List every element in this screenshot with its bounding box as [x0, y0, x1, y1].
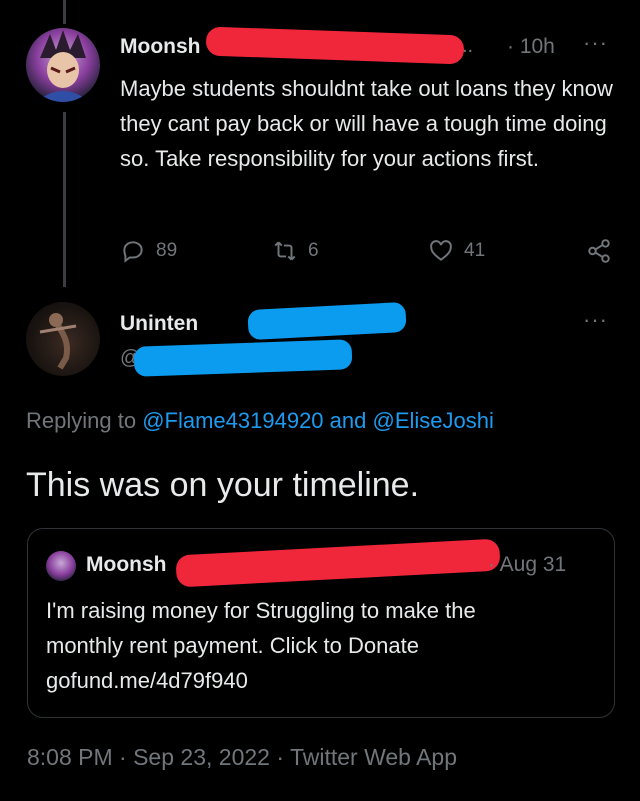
- tweet-timestamp[interactable]: 8:08 PM · Sep 23, 2022 · Twitter Web App: [27, 744, 457, 771]
- author-name[interactable]: Moonsh: [120, 35, 200, 59]
- avatar[interactable]: [26, 302, 100, 376]
- tweet-time[interactable]: · 10h: [507, 35, 555, 59]
- avatar[interactable]: [26, 28, 100, 102]
- tweet-text: This was on your timeline.: [26, 466, 420, 504]
- author-name[interactable]: Uninten: [120, 312, 198, 336]
- quoted-link[interactable]: gofund.me/4d79f940: [46, 663, 248, 698]
- redaction-mark: [133, 339, 353, 377]
- mention-link[interactable]: @Flame43194920: [142, 408, 323, 433]
- reply-icon: [123, 241, 143, 263]
- thread-line: [63, 112, 66, 287]
- redaction-mark: [175, 538, 501, 588]
- mention-link[interactable]: @EliseJoshi: [373, 408, 494, 433]
- tweet-text: Maybe students shouldnt take out loans t…: [120, 76, 613, 171]
- thread-line-top: [63, 0, 66, 24]
- share-button[interactable]: [586, 238, 612, 264]
- author-name: Moonsh: [86, 553, 167, 576]
- reply-button[interactable]: 89: [120, 238, 177, 264]
- replying-and: and: [329, 408, 367, 433]
- quoted-text-line: I'm raising money for Struggling to make…: [46, 598, 476, 623]
- quoted-text-line: monthly rent payment. Click to Donate: [46, 633, 419, 658]
- quoted-date: · Aug 31: [488, 553, 567, 576]
- like-button[interactable]: 41: [428, 238, 485, 264]
- heart-icon: [430, 240, 452, 261]
- retweet-button[interactable]: 6: [272, 238, 319, 264]
- quoted-tweet[interactable]: Moonsh · Aug 31 I'm raising money for St…: [27, 528, 615, 718]
- like-count: 41: [464, 240, 486, 261]
- more-icon[interactable]: ···: [583, 307, 608, 333]
- redaction-mark: [247, 301, 407, 341]
- replying-prefix: Replying to: [26, 408, 137, 433]
- avatar: [46, 551, 76, 581]
- reply-count: 89: [156, 240, 178, 261]
- redaction-mark: [205, 26, 465, 65]
- share-icon: [588, 239, 610, 263]
- truncation-dots: ..: [462, 35, 474, 57]
- more-icon[interactable]: ···: [583, 30, 608, 56]
- retweet-count: 6: [308, 240, 319, 261]
- replying-to: Replying to @Flame43194920 and @EliseJos…: [26, 408, 494, 434]
- retweet-icon: [274, 241, 296, 261]
